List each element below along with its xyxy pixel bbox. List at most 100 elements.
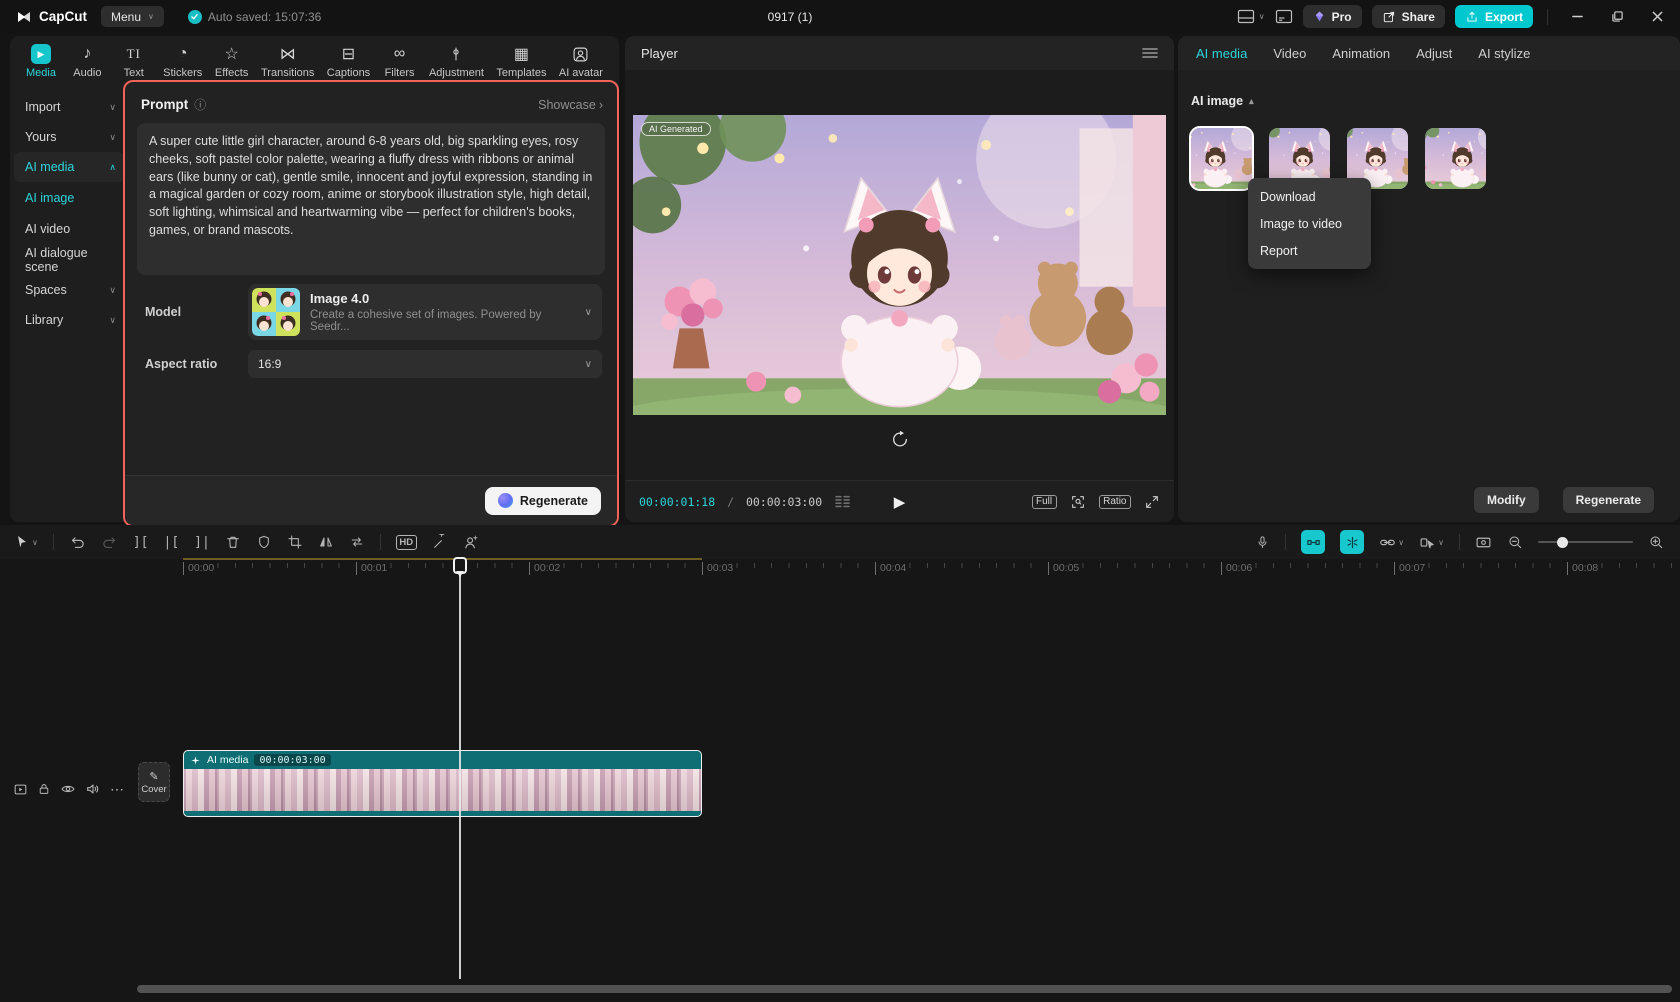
chevron-down-icon: ∨ bbox=[585, 307, 592, 318]
aspect-ratio-selector[interactable]: 16:9 ∨ bbox=[248, 350, 602, 378]
player-menu-icon[interactable] bbox=[1142, 47, 1158, 59]
regenerate-button[interactable]: Regenerate bbox=[485, 487, 601, 515]
pro-button[interactable]: Pro bbox=[1303, 5, 1362, 28]
tab-templates[interactable]: ▦ Templates bbox=[496, 44, 546, 79]
play-button[interactable]: ▶ bbox=[894, 493, 906, 511]
link-clips-icon[interactable]: ∨ bbox=[1379, 534, 1404, 551]
delete-left-icon[interactable]: |[ bbox=[164, 535, 180, 550]
rotate-icon[interactable] bbox=[890, 430, 909, 449]
voiceover-mic-icon[interactable] bbox=[1255, 535, 1270, 550]
delete-icon[interactable] bbox=[225, 534, 241, 550]
menu-item-report[interactable]: Report bbox=[1248, 237, 1371, 264]
ratio-button[interactable]: Ratio bbox=[1099, 495, 1131, 509]
model-selector[interactable]: Image 4.0 Create a cohesive set of image… bbox=[248, 284, 602, 340]
sidebar-item-ai-media[interactable]: AI media∧ bbox=[14, 152, 124, 182]
tab-video[interactable]: Video bbox=[1273, 46, 1306, 61]
timeline-ruler[interactable]: 00:00 00:01 00:02 00:03 00:04 00:05 00:0… bbox=[125, 559, 1680, 581]
minimize-button[interactable] bbox=[1562, 0, 1592, 33]
mute-track-icon[interactable] bbox=[85, 781, 101, 797]
document-title: 0917 (1) bbox=[700, 0, 880, 33]
regenerate-button-right[interactable]: Regenerate bbox=[1563, 487, 1654, 513]
sidebar-item-yours[interactable]: Yours∨ bbox=[10, 122, 128, 152]
tab-effects[interactable]: ☆ Effects bbox=[215, 44, 249, 79]
hd-icon[interactable]: HD bbox=[396, 535, 417, 550]
ai-image-section-header[interactable]: AI image ▴ bbox=[1191, 94, 1254, 108]
zoom-slider-knob[interactable] bbox=[1557, 537, 1568, 548]
prompt-title: Prompt ⓘ bbox=[141, 96, 206, 113]
sidebar-item-ai-image[interactable]: AI image bbox=[10, 182, 128, 213]
maximize-button[interactable] bbox=[1602, 0, 1632, 33]
close-button[interactable] bbox=[1642, 0, 1672, 33]
menu-item-download[interactable]: Download bbox=[1248, 183, 1371, 210]
timeline-toolbar: ∨ ][ |[ ]| HD bbox=[0, 525, 1680, 559]
menu-button[interactable]: Menu ∨ bbox=[101, 6, 164, 27]
stickers-icon: ◔ bbox=[178, 44, 188, 64]
magnetic-snap-icon[interactable] bbox=[1301, 530, 1325, 554]
export-button[interactable]: Export bbox=[1455, 5, 1533, 28]
timeline-clip-ai-media[interactable]: AI media 00:00:03:00 bbox=[183, 750, 702, 817]
tab-media[interactable]: ▶ Media bbox=[24, 44, 58, 79]
chevron-down-icon: ∨ bbox=[109, 315, 116, 326]
adjust-panel-button[interactable] bbox=[1275, 9, 1293, 24]
preview-frames-icon[interactable] bbox=[1475, 534, 1492, 551]
tab-stickers[interactable]: ◔ Stickers bbox=[163, 44, 202, 79]
tab-adjustment[interactable]: Adjustment bbox=[429, 44, 484, 79]
tab-animation[interactable]: Animation bbox=[1332, 46, 1390, 61]
fullscreen-icon[interactable] bbox=[1144, 494, 1160, 510]
replace-icon[interactable] bbox=[349, 534, 365, 550]
lock-track-icon[interactable] bbox=[37, 782, 51, 796]
redo-icon[interactable] bbox=[101, 534, 118, 551]
zoom-out-icon[interactable] bbox=[1507, 534, 1523, 550]
delete-right-icon[interactable]: ]| bbox=[194, 535, 210, 550]
full-button[interactable]: Full bbox=[1032, 495, 1057, 509]
undo-icon[interactable] bbox=[69, 534, 86, 551]
frames-queue-icon[interactable] bbox=[834, 495, 851, 508]
ai-character-icon[interactable] bbox=[463, 534, 480, 551]
prompt-textarea[interactable]: A super cute little girl character, arou… bbox=[137, 123, 605, 275]
timeline-zoom-slider[interactable] bbox=[1538, 541, 1633, 543]
mask-icon[interactable] bbox=[256, 534, 272, 550]
sidebar-item-import[interactable]: Import∨ bbox=[10, 92, 128, 122]
select-link-icon[interactable]: ∨ bbox=[1419, 534, 1444, 551]
menu-item-image-to-video[interactable]: Image to video bbox=[1248, 210, 1371, 237]
track-header: ⋯ bbox=[0, 770, 125, 808]
magic-wand-icon[interactable] bbox=[432, 534, 448, 550]
more-options-icon[interactable]: ⋯ bbox=[110, 781, 124, 798]
track-type-icon bbox=[13, 782, 28, 797]
tab-captions[interactable]: ⊟ Captions bbox=[327, 44, 370, 79]
sidebar-item-ai-dialogue-scene[interactable]: AI dialogue scene bbox=[10, 244, 128, 275]
frame-zoom-icon[interactable] bbox=[1070, 494, 1086, 510]
tab-text[interactable]: TI Text bbox=[117, 44, 151, 79]
auto-cut-icon[interactable] bbox=[1340, 530, 1364, 554]
autosave-check-icon bbox=[188, 10, 202, 24]
zoom-in-icon[interactable] bbox=[1648, 534, 1664, 550]
generated-image-1[interactable] bbox=[1191, 128, 1252, 189]
cover-button[interactable]: ✎ Cover bbox=[138, 762, 170, 802]
tab-filters[interactable]: ∞ Filters bbox=[383, 44, 417, 79]
share-button[interactable]: Share bbox=[1372, 5, 1445, 28]
sidebar-item-library[interactable]: Library∨ bbox=[10, 305, 128, 335]
share-icon bbox=[1382, 10, 1396, 24]
showcase-link[interactable]: Showcase › bbox=[538, 98, 603, 112]
tab-adjust[interactable]: Adjust bbox=[1416, 46, 1452, 61]
chevron-down-icon: ∨ bbox=[32, 538, 38, 547]
mirror-icon[interactable] bbox=[318, 534, 334, 550]
crop-icon[interactable] bbox=[287, 534, 303, 550]
tab-audio[interactable]: ♪ Audio bbox=[70, 44, 104, 79]
select-tool-icon[interactable]: ∨ bbox=[14, 534, 38, 550]
toggle-visibility-icon[interactable] bbox=[60, 781, 76, 797]
playhead-handle[interactable] bbox=[453, 557, 467, 574]
split-icon[interactable]: ][ bbox=[133, 535, 149, 550]
sidebar-item-spaces[interactable]: Spaces∨ bbox=[10, 275, 128, 305]
generated-image-4[interactable] bbox=[1425, 128, 1486, 189]
modify-button[interactable]: Modify bbox=[1474, 487, 1539, 513]
tab-ai-stylize[interactable]: AI stylize bbox=[1478, 46, 1530, 61]
tab-ai-media[interactable]: AI media bbox=[1196, 46, 1247, 61]
playhead-line[interactable] bbox=[459, 559, 461, 979]
player-canvas: AI Generated bbox=[625, 70, 1174, 480]
horizontal-scrollbar[interactable] bbox=[137, 985, 1672, 993]
layout-panels-button[interactable]: ∨ bbox=[1237, 9, 1265, 24]
tab-ai-avatar[interactable]: AI avatar bbox=[559, 44, 603, 79]
tab-transitions[interactable]: ⋈ Transitions bbox=[261, 44, 314, 79]
sidebar-item-ai-video[interactable]: AI video bbox=[10, 213, 128, 244]
